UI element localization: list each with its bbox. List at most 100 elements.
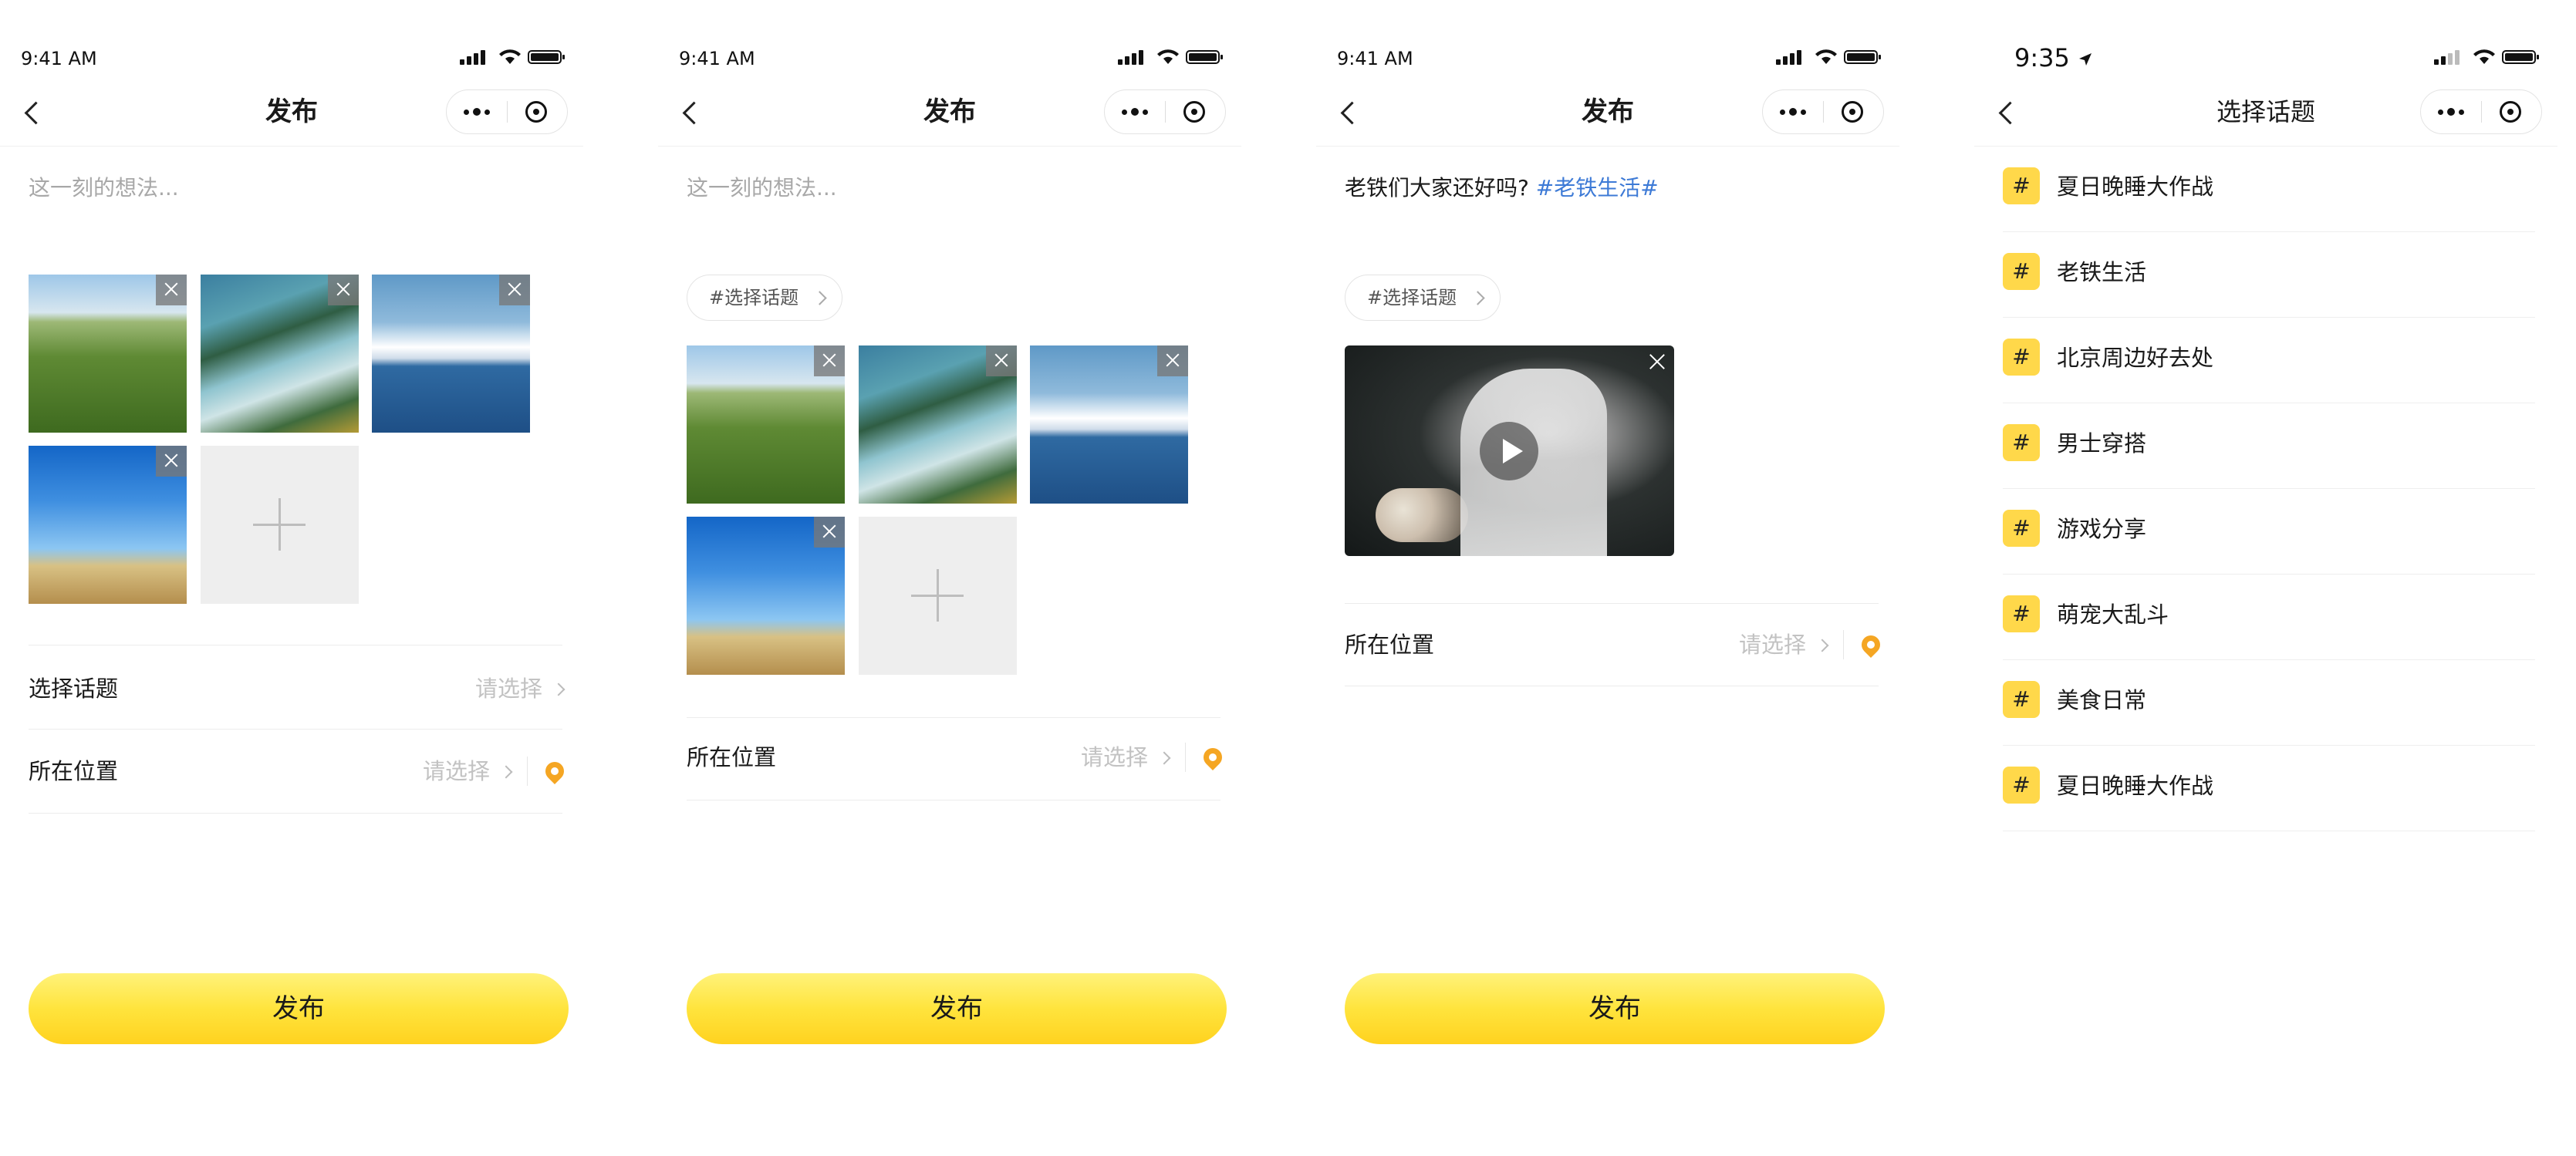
close-miniprogram-icon[interactable] bbox=[2481, 90, 2541, 133]
status-time: 9:41 AM bbox=[679, 48, 755, 69]
play-icon[interactable] bbox=[1480, 422, 1538, 480]
remove-photo-icon[interactable] bbox=[1157, 345, 1188, 376]
status-icons bbox=[1776, 48, 1884, 68]
compose-input[interactable]: 老铁们大家还好吗? #老铁生活# bbox=[1345, 171, 1659, 202]
location-row-label: 所在位置 bbox=[1345, 632, 1435, 658]
remove-photo-icon[interactable] bbox=[814, 345, 845, 376]
hashtag-link[interactable]: #老铁生活# bbox=[1536, 175, 1659, 201]
photo-thumbnail[interactable] bbox=[29, 446, 187, 604]
hashtag-icon: # bbox=[2003, 681, 2040, 718]
remove-photo-icon[interactable] bbox=[156, 275, 187, 305]
signal-icon bbox=[1790, 53, 1794, 65]
photo-thumbnail[interactable] bbox=[29, 275, 187, 433]
back-icon[interactable] bbox=[1991, 93, 2022, 131]
signal-icon bbox=[467, 56, 471, 65]
photo-thumbnail[interactable] bbox=[201, 275, 359, 433]
chevron-right-icon bbox=[812, 291, 827, 305]
dot bbox=[1780, 110, 1785, 115]
location-arrow-icon bbox=[2079, 53, 2092, 66]
signal-icon bbox=[1118, 59, 1123, 65]
compose-input[interactable]: 这一刻的想法... bbox=[29, 171, 179, 202]
location-pin-icon[interactable] bbox=[542, 758, 568, 784]
topic-item[interactable]: # 夏日晚睡大作战 bbox=[2003, 147, 2535, 232]
hashtag-icon: # bbox=[2003, 167, 2040, 204]
status-time: 9:41 AM bbox=[21, 48, 97, 69]
more-icon[interactable] bbox=[1105, 90, 1165, 133]
remove-photo-icon[interactable] bbox=[986, 345, 1017, 376]
more-icon[interactable] bbox=[1763, 90, 1823, 133]
back-icon[interactable] bbox=[1333, 93, 1364, 131]
dot bbox=[1789, 108, 1797, 116]
add-photo-button[interactable] bbox=[201, 446, 359, 604]
status-icons bbox=[2434, 48, 2542, 68]
topic-item[interactable]: # 美食日常 bbox=[2003, 660, 2535, 746]
location-row-value[interactable]: 请选择 bbox=[423, 756, 490, 787]
more-icon[interactable] bbox=[447, 90, 507, 133]
select-topic-chip[interactable]: #选择话题 bbox=[1345, 275, 1501, 321]
status-time: 9:41 AM bbox=[1337, 48, 1413, 69]
mini-program-capsule bbox=[1104, 89, 1226, 134]
close-miniprogram-icon[interactable] bbox=[507, 90, 567, 133]
mini-program-capsule bbox=[446, 89, 568, 134]
photo-thumbnail[interactable] bbox=[859, 345, 1017, 504]
dot bbox=[2438, 110, 2443, 115]
more-icon[interactable] bbox=[2421, 90, 2481, 133]
remove-video-icon[interactable] bbox=[1645, 350, 1668, 373]
dot bbox=[2447, 108, 2455, 116]
mini-program-capsule bbox=[2420, 89, 2542, 134]
hashtag-icon: # bbox=[2003, 510, 2040, 547]
remove-photo-icon[interactable] bbox=[156, 446, 187, 477]
signal-icon bbox=[474, 53, 478, 65]
location-row-value[interactable]: 请选择 bbox=[1081, 742, 1148, 773]
video-thumbnail[interactable] bbox=[1345, 345, 1674, 556]
photo-thumbnail[interactable] bbox=[687, 345, 845, 504]
remove-photo-icon[interactable] bbox=[814, 517, 845, 548]
signal-icon bbox=[1132, 53, 1136, 65]
back-icon[interactable] bbox=[675, 93, 706, 131]
location-row-value[interactable]: 请选择 bbox=[1739, 629, 1806, 660]
topic-name: 游戏分享 bbox=[2057, 516, 2147, 542]
publish-button[interactable]: 发布 bbox=[29, 973, 569, 1044]
topic-row-value[interactable]: 请选择 bbox=[475, 673, 542, 704]
location-pin-icon[interactable] bbox=[1858, 632, 1884, 658]
publish-button[interactable]: 发布 bbox=[1345, 973, 1885, 1044]
add-photo-button[interactable] bbox=[859, 517, 1017, 675]
status-time: 9:35 bbox=[2014, 43, 2093, 72]
topic-name: 夏日晚睡大作战 bbox=[2057, 773, 2214, 799]
topic-item[interactable]: # 北京周边好去处 bbox=[2003, 318, 2535, 403]
publish-screen-photos: 9:41 AM 发布 这一刻的想法... 选择话题 请选择 所在位置 请选择 发… bbox=[0, 0, 583, 1156]
topic-list: # 夏日晚睡大作战 # 老铁生活 # 北京周边好去处 # 男士穿搭 # 游戏分享 # 萌宠大… bbox=[2003, 147, 2535, 831]
compose-input[interactable]: 这一刻的想法... bbox=[687, 171, 837, 202]
close-miniprogram-icon[interactable] bbox=[1165, 90, 1225, 133]
remove-photo-icon[interactable] bbox=[499, 275, 530, 305]
topic-item[interactable]: # 男士穿搭 bbox=[2003, 403, 2535, 489]
dot bbox=[484, 110, 490, 115]
chevron-right-icon bbox=[1157, 751, 1171, 765]
topic-item[interactable]: # 夏日晚睡大作战 bbox=[2003, 746, 2535, 831]
topic-name: 北京周边好去处 bbox=[2057, 345, 2214, 371]
compose-text: 老铁们大家还好吗? bbox=[1345, 175, 1536, 201]
location-pin-icon[interactable] bbox=[1200, 744, 1226, 770]
mini-program-capsule bbox=[1762, 89, 1884, 134]
topic-item[interactable]: # 游戏分享 bbox=[2003, 489, 2535, 575]
remove-photo-icon[interactable] bbox=[328, 275, 359, 305]
topic-row-label: 选择话题 bbox=[29, 676, 119, 702]
photo-thumbnail[interactable] bbox=[1030, 345, 1188, 504]
chevron-right-icon bbox=[1815, 639, 1829, 652]
signal-icon bbox=[1139, 50, 1143, 65]
topic-chip-label: #选择话题 bbox=[709, 287, 799, 308]
hashtag-icon: # bbox=[2003, 595, 2040, 632]
photo-thumbnail[interactable] bbox=[687, 517, 845, 675]
dot bbox=[1131, 108, 1139, 116]
close-miniprogram-icon[interactable] bbox=[1823, 90, 1883, 133]
select-topic-chip[interactable]: #选择话题 bbox=[687, 275, 843, 321]
dot bbox=[1143, 110, 1148, 115]
topic-item[interactable]: # 老铁生活 bbox=[2003, 232, 2535, 318]
publish-button[interactable]: 发布 bbox=[687, 973, 1227, 1044]
hashtag-icon: # bbox=[2003, 767, 2040, 804]
photo-thumbnail[interactable] bbox=[372, 275, 530, 433]
back-icon[interactable] bbox=[17, 93, 48, 131]
topic-item[interactable]: # 萌宠大乱斗 bbox=[2003, 575, 2535, 660]
hashtag-icon: # bbox=[2003, 339, 2040, 376]
signal-icon bbox=[2455, 50, 2460, 65]
